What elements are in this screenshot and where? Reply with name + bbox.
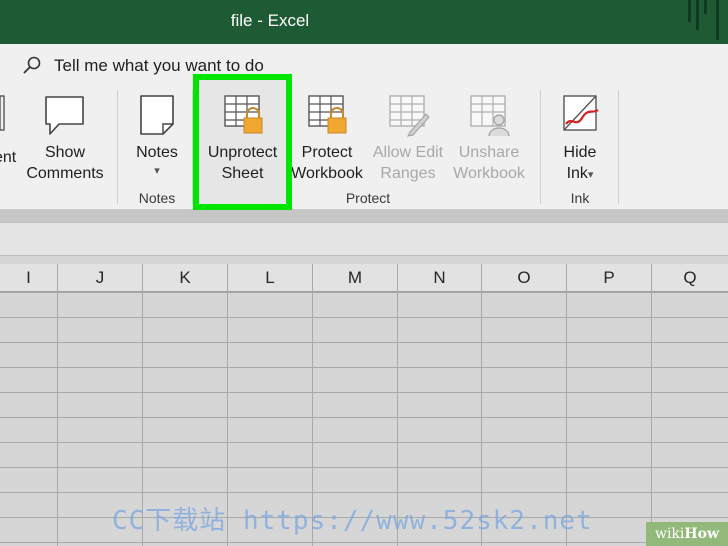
titlebar-decoration [688,0,691,22]
column-headers: I J K L M N O P Q [0,264,728,292]
titlebar-decoration [716,0,719,40]
wikihow-badge: wikiHow [646,522,728,546]
notes-button[interactable]: Notes ▾ [128,94,186,179]
allow-edit-ranges-icon [389,95,430,137]
unprotect-sheet-icon [223,95,262,134]
show-comments-line2: Comments [26,165,104,182]
column-header[interactable]: O [482,264,567,292]
group-label-ink: Ink [570,190,590,206]
hide-ink-line2: Ink▾ [548,163,612,186]
wikihow-wiki: wiki [654,526,685,542]
wikihow-how: How [684,526,720,542]
unprotect-sheet-line1: Unprotect [207,144,278,161]
protect-workbook-icon [308,95,347,134]
unprotect-sheet-line2: Sheet [221,165,264,182]
allow-edit-ranges-button[interactable]: Allow Edit Ranges [368,94,448,184]
chevron-down-icon: ▾ [587,169,594,181]
allow-edit-ranges-line2: Ranges [380,165,436,182]
grid-line [57,292,58,546]
column-header[interactable]: J [58,264,143,292]
review-ribbon: ent Show Comments Notes ▾ Notes Protect [0,86,728,210]
site-watermark: CC下载站 https://www.52sk2.net [112,506,593,536]
grid-line [651,292,652,546]
group-separator [117,90,118,204]
ink-icon [563,95,599,131]
header-gap [0,256,728,264]
titlebar-decoration [704,0,707,14]
speech-bubble-icon [45,96,84,135]
note-icon [140,95,174,135]
group-label-protect: Protect [345,190,391,206]
notes-label: Notes [136,144,178,161]
unshare-workbook-button[interactable]: Unshare Workbook [448,94,530,184]
hide-ink-button[interactable]: Hide Ink▾ [548,94,612,186]
titlebar-decoration [696,0,699,30]
tell-me-text: Tell me what you want to do [54,56,264,75]
ribbon-gap [0,210,728,222]
column-header[interactable]: K [143,264,228,292]
excel-window: file - Excel Tell me what you want to do… [0,0,728,546]
group-label-notes: Notes [138,190,176,206]
show-comments-line1: Show [44,144,86,161]
protect-workbook-line2: Workbook [291,165,363,182]
allow-edit-ranges-line1: Allow Edit [372,144,444,161]
tell-me-bar[interactable]: Tell me what you want to do [0,44,728,86]
show-comments-button[interactable]: Show Comments [24,94,106,184]
search-icon [23,56,41,74]
title-bar: file - Excel [0,0,728,44]
chevron-down-icon: ▾ [154,165,160,177]
column-header[interactable]: I [0,264,58,292]
comment-button-partial[interactable]: ent [0,86,20,186]
comment-label: ent [0,149,17,166]
column-header[interactable]: L [228,264,313,292]
unshare-workbook-line1: Unshare [458,144,520,161]
comment-icon [0,95,5,131]
protect-workbook-line1: Protect [301,144,353,161]
formula-bar[interactable] [0,222,728,256]
hide-ink-label: Ink [566,165,588,182]
column-header[interactable]: N [398,264,482,292]
column-header[interactable]: Q [652,264,728,292]
group-separator [540,90,541,204]
column-header[interactable]: M [313,264,398,292]
unshare-workbook-line2: Workbook [453,165,525,182]
window-title: file - Excel [230,11,310,30]
group-separator [618,90,619,204]
unshare-workbook-icon [470,95,510,137]
column-header[interactable]: P [567,264,652,292]
protect-workbook-button[interactable]: Protect Workbook [288,94,366,184]
hide-ink-line1: Hide [563,144,597,161]
unprotect-sheet-button[interactable]: Unprotect Sheet [199,94,286,184]
